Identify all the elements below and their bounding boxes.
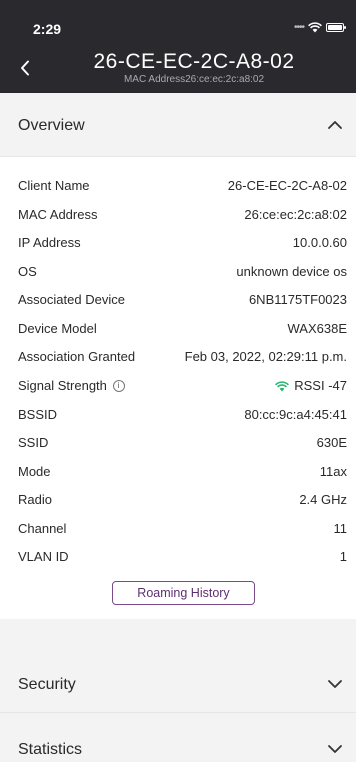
detail-label: VLAN ID <box>18 548 69 564</box>
detail-label: BSSID <box>18 406 58 422</box>
detail-value: 80:cc:9c:a4:45:41 <box>244 406 347 422</box>
detail-value: 26:ce:ec:2c:a8:02 <box>244 206 347 222</box>
detail-row-channel: Channel 11 <box>18 518 347 538</box>
detail-label: Signal Strength <box>18 377 107 393</box>
back-button[interactable] <box>14 54 36 82</box>
detail-value: 26-CE-EC-2C-A8-02 <box>227 177 347 193</box>
detail-label-wrap: Signal Strength i <box>18 378 125 393</box>
detail-label: Association Granted <box>18 348 136 364</box>
detail-label: IP Address <box>18 234 81 250</box>
detail-label: OS <box>18 263 37 279</box>
detail-value-wrap: RSSI -47 <box>275 378 347 393</box>
roaming-history-button[interactable]: Roaming History <box>112 581 255 605</box>
app-header: 2:29 •••• 26-CE-EC-2C-A8-02 MAC Address2… <box>0 0 356 93</box>
detail-row-radio: Radio 2.4 GHz <box>18 489 347 509</box>
battery-icon <box>326 23 346 32</box>
detail-label: Device Model <box>18 320 97 336</box>
info-icon[interactable]: i <box>112 380 125 393</box>
detail-value: 11 <box>333 520 348 536</box>
chevron-left-icon <box>21 60 29 76</box>
detail-value: 630E <box>316 434 347 450</box>
chevron-up-icon <box>328 121 342 129</box>
detail-row-association-granted: Association Granted Feb 03, 2022, 02:29:… <box>18 346 347 366</box>
detail-value: 2.4 GHz <box>299 491 347 507</box>
status-time: 2:29 <box>33 21 62 37</box>
statistics-section-label: Statistics <box>18 741 83 758</box>
detail-value: RSSI -47 <box>294 377 347 393</box>
detail-label: MAC Address <box>18 206 98 222</box>
detail-row-ip-address: IP Address 10.0.0.60 <box>18 232 347 252</box>
detail-value: WAX638E <box>287 320 348 336</box>
overview-details: Client Name 26-CE-EC-2C-A8-02 MAC Addres… <box>0 157 356 619</box>
detail-value: Feb 03, 2022, 02:29:11 p.m. <box>184 348 347 364</box>
detail-row-vlan-id: VLAN ID 1 <box>18 546 347 566</box>
detail-value: 10.0.0.60 <box>292 234 347 250</box>
detail-label: Radio <box>18 491 52 507</box>
detail-value: unknown device os <box>236 263 347 279</box>
detail-label: Associated Device <box>18 291 125 307</box>
page-subtitle: MAC Address26:ce:ec:2c:a8:02 <box>123 74 265 85</box>
statistics-section-header[interactable]: Statistics <box>0 713 356 762</box>
security-section-header[interactable]: Security <box>0 619 356 713</box>
detail-value: 6NB1175TF0023 <box>248 291 347 307</box>
detail-row-device-model: Device Model WAX638E <box>18 318 347 338</box>
detail-row-signal-strength: Signal Strength i RSSI -47 <box>18 375 347 395</box>
cellular-signal-icon: •••• <box>293 22 305 33</box>
overview-section-label: Overview <box>18 117 85 134</box>
wifi-signal-icon <box>275 380 290 392</box>
status-icons: •••• <box>293 22 346 33</box>
overview-section-header[interactable]: Overview <box>0 93 356 157</box>
page-title: 26-CE-EC-2C-A8-02 <box>93 50 295 73</box>
detail-label: SSID <box>18 434 49 450</box>
detail-value: 1 <box>339 548 347 564</box>
detail-row-ssid: SSID 630E <box>18 432 347 452</box>
wifi-status-icon <box>308 22 322 33</box>
detail-value: 11ax <box>319 463 347 479</box>
detail-label: Client Name <box>18 177 90 193</box>
detail-row-bssid: BSSID 80:cc:9c:a4:45:41 <box>18 404 347 424</box>
detail-row-associated-device: Associated Device 6NB1175TF0023 <box>18 289 347 309</box>
detail-row-client-name: Client Name 26-CE-EC-2C-A8-02 <box>18 175 347 195</box>
detail-row-mac-address: MAC Address 26:ce:ec:2c:a8:02 <box>18 204 347 224</box>
detail-row-mode: Mode 11ax <box>18 461 347 481</box>
security-section-label: Security <box>18 676 76 693</box>
chevron-down-icon <box>328 745 342 753</box>
detail-row-os: OS unknown device os <box>18 261 347 281</box>
detail-label: Channel <box>18 520 67 536</box>
chevron-down-icon <box>328 680 342 688</box>
detail-label: Mode <box>18 463 51 479</box>
